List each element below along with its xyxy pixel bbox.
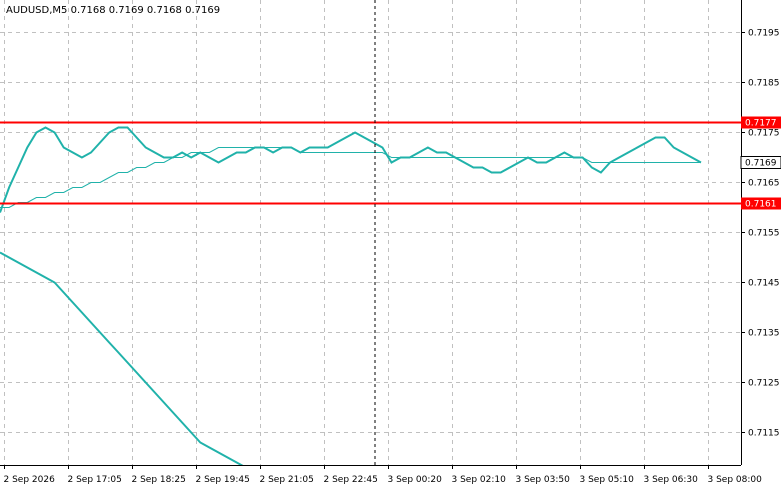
x-tick-label: 3 Sep 00:20 [388, 475, 443, 485]
y-tick-label: 0.7125 [748, 379, 780, 389]
y-tick-label: 0.7155 [748, 229, 780, 239]
x-tick-label: 2 Sep 21:05 [260, 475, 314, 485]
y-tick-label: 0.7185 [748, 79, 780, 89]
x-tick-label: 2 Sep 17:05 [68, 475, 122, 485]
x-tick-label: 3 Sep 03:50 [516, 475, 571, 485]
y-tick-label: 0.7165 [748, 179, 780, 189]
x-tick-label: 3 Sep 05:10 [580, 475, 635, 485]
x-tick-label: 2 Sep 22:45 [324, 475, 378, 485]
x-tick-label: 2 Sep 18:25 [132, 475, 186, 485]
price-chart[interactable]: 0.7195 0.7185 0.7175 0.7165 0.7155 0.7145 0.71… [0, 0, 781, 489]
y-tick-label: 0.7135 [748, 329, 780, 339]
y-tick-label: 0.7195 [748, 29, 780, 39]
chart-title: AUDUSD,M5 0.7168 0.7169 0.7168 0.7169 [6, 5, 220, 16]
y-tick-label: 0.7145 [748, 279, 780, 289]
y-tick-label: 0.7115 [748, 429, 780, 439]
y-tick-label: 0.7175 [748, 129, 780, 139]
x-tick-label: 2 Sep 2026 [4, 475, 56, 485]
x-tick-label: 3 Sep 08:00 [708, 475, 763, 485]
x-axis: 2 Sep 2026 2 Sep 17:05 2 Sep 18:25 2 Sep 19… [4, 465, 763, 485]
x-tick-label: 3 Sep 02:10 [452, 475, 507, 485]
x-tick-label: 2 Sep 19:45 [196, 475, 250, 485]
current-price-label: 0.7169 [745, 159, 777, 169]
x-tick-label: 3 Sep 06:30 [644, 475, 699, 485]
level-tag-label-1: 0.7161 [745, 200, 777, 210]
level-tag-label-0: 0.7177 [745, 119, 777, 129]
y-axis: 0.7195 0.7185 0.7175 0.7165 0.7155 0.7145 0.71… [741, 29, 780, 439]
